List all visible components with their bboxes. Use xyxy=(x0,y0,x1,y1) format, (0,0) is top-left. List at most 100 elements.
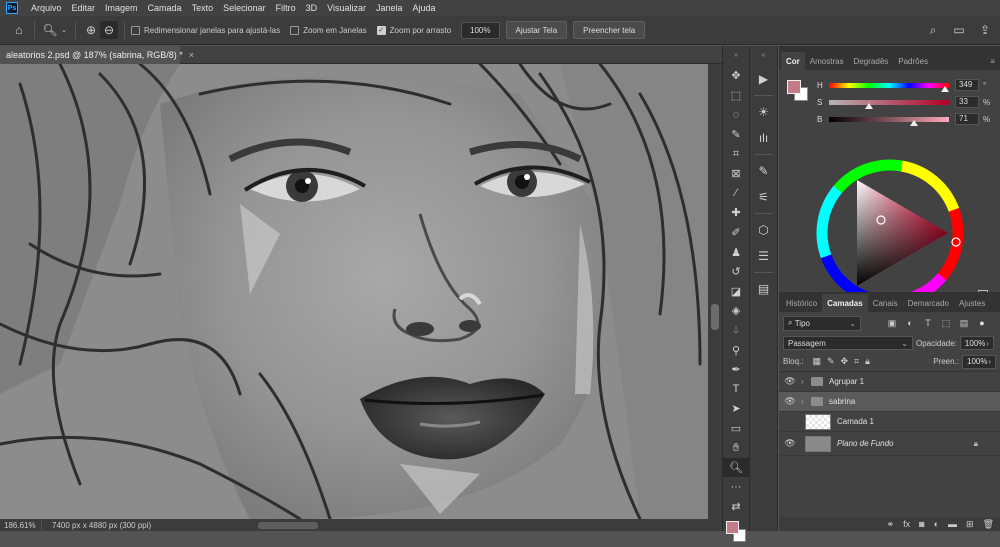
tab-historico[interactable]: Histórico xyxy=(781,294,822,312)
color-wheel[interactable] xyxy=(815,158,965,308)
saturation-value[interactable]: 33 xyxy=(955,96,979,108)
adjustment-layer-icon[interactable]: ◐ xyxy=(934,519,939,529)
hue-slider[interactable] xyxy=(829,82,949,92)
brightness-value[interactable]: 71 xyxy=(955,113,979,125)
checkbox-box[interactable] xyxy=(131,25,140,35)
menu-filtro[interactable]: Filtro xyxy=(271,3,301,13)
collapse-icon[interactable]: » xyxy=(723,46,749,66)
zoom-value-field[interactable]: 100% xyxy=(461,21,500,39)
paint-bucket-tool-icon[interactable]: ◈ xyxy=(723,301,749,321)
photoshop-logo[interactable]: Ps xyxy=(6,2,18,14)
notes-icon[interactable]: ▤ xyxy=(750,276,777,302)
blend-mode-select[interactable]: Passagem ⌄ xyxy=(783,336,913,350)
menu-visualizar[interactable]: Visualizar xyxy=(322,3,371,13)
vertical-scrollbar[interactable] xyxy=(708,64,722,519)
filter-toggle-icon[interactable]: ● xyxy=(975,318,989,328)
lock-all-icon[interactable]: 🔒︎ xyxy=(865,356,870,367)
rectangle-tool-icon[interactable]: ▭ xyxy=(723,419,749,439)
tab-amostras[interactable]: Amostras xyxy=(805,52,849,70)
tab-padroes[interactable]: Padrões xyxy=(893,52,933,70)
layer-row[interactable]: Camada 1 xyxy=(779,412,1000,432)
lasso-tool-icon[interactable]: ◌ xyxy=(723,105,749,125)
menu-janela[interactable]: Janela xyxy=(371,3,408,13)
brush-tool-icon[interactable]: ✐ xyxy=(723,223,749,243)
marquee-tool-icon[interactable]: ⬚ xyxy=(723,86,749,106)
add-mask-icon[interactable]: ◙ xyxy=(919,519,924,529)
layer-row[interactable]: 👁︎ Plano de Fundo 🔒︎ xyxy=(779,432,1000,456)
more-tools-icon[interactable]: ··· xyxy=(723,477,749,497)
hue-value[interactable]: 349 xyxy=(955,79,979,91)
menu-camada[interactable]: Camada xyxy=(143,3,187,13)
lock-pixels-icon[interactable]: ✎ xyxy=(827,356,835,367)
3d-cube-icon[interactable]: ⬡ xyxy=(750,217,777,243)
opacity-field[interactable]: 100% › xyxy=(959,336,994,350)
home-icon[interactable]: ⌂ xyxy=(10,21,28,39)
brush-settings-icon[interactable]: ✎ xyxy=(750,158,777,184)
layer-filter-select[interactable]: ⌕ Tipo ⌄ xyxy=(783,315,861,331)
dodge-tool-icon[interactable]: ⚲ xyxy=(723,340,749,360)
history-brush-tool-icon[interactable]: ↺ xyxy=(723,262,749,282)
menu-texto[interactable]: Texto xyxy=(187,3,219,13)
collapse-icon[interactable]: « xyxy=(750,46,777,66)
layer-style-icon[interactable]: fx xyxy=(903,519,910,529)
menu-selecionar[interactable]: Selecionar xyxy=(218,3,271,13)
hue-slider-knob[interactable] xyxy=(941,85,949,92)
quick-selection-tool-icon[interactable]: ✎ xyxy=(723,125,749,145)
eye-icon[interactable]: 👁︎ xyxy=(779,376,801,387)
eyedropper-tool-icon[interactable]: ⁄ xyxy=(723,184,749,204)
checkbox-box-checked[interactable]: ✓ xyxy=(376,25,386,35)
brightness-icon[interactable]: ☀ xyxy=(750,99,777,125)
color-swatches[interactable] xyxy=(723,517,749,547)
type-tool-icon[interactable]: T xyxy=(723,380,749,400)
zoom-all-windows-checkbox[interactable]: Zoom em Janelas xyxy=(290,25,367,35)
zoom-out-icon[interactable]: ⊖ xyxy=(100,21,118,39)
foreground-color-swatch[interactable] xyxy=(787,80,801,94)
saturation-slider[interactable] xyxy=(829,99,949,109)
document-canvas[interactable] xyxy=(0,64,708,519)
brightness-slider-knob[interactable] xyxy=(910,119,918,126)
eye-icon[interactable]: 👁︎ xyxy=(779,396,801,407)
tab-cor[interactable]: Cor xyxy=(781,52,805,70)
crop-tool-icon[interactable]: ⌗ xyxy=(723,144,749,164)
fill-screen-button[interactable]: Preencher tela xyxy=(573,21,646,39)
adjustments-icon[interactable]: ☰ xyxy=(750,243,777,269)
eraser-tool-icon[interactable]: ◪ xyxy=(723,282,749,302)
tab-camadas[interactable]: Camadas xyxy=(822,294,868,312)
healing-brush-tool-icon[interactable]: ✚ xyxy=(723,203,749,223)
filter-smart-object-icon[interactable]: ▤ xyxy=(957,318,971,329)
eye-icon[interactable]: 👁︎ xyxy=(779,438,801,449)
link-layers-icon[interactable]: ⚭ xyxy=(887,519,895,530)
zoom-tool-preset-icon[interactable]: 🔍︎ xyxy=(41,21,59,39)
tab-demarcado[interactable]: Demarcado xyxy=(903,294,954,312)
hand-tool-icon[interactable]: ✋︎ xyxy=(723,438,749,458)
search-icon[interactable]: ⌕ xyxy=(924,21,942,39)
menu-ajuda[interactable]: Ajuda xyxy=(408,3,441,13)
brush-presets-icon[interactable]: ılı xyxy=(750,125,777,151)
scroll-thumb[interactable] xyxy=(711,304,719,330)
filter-shape-icon[interactable]: ⬚ xyxy=(939,318,953,329)
resize-windows-checkbox[interactable]: Redimensionar janelas para ajustá-las xyxy=(131,25,280,35)
filter-type-icon[interactable]: T xyxy=(921,318,935,328)
menu-editar[interactable]: Editar xyxy=(67,3,101,13)
trash-icon[interactable]: 🗑︎ xyxy=(983,519,994,530)
layer-row[interactable]: 👁︎ › Agrupar 1 xyxy=(779,372,1000,392)
path-selection-tool-icon[interactable]: ➤ xyxy=(723,399,749,419)
pen-tool-icon[interactable]: ✒ xyxy=(723,360,749,380)
chevron-down-icon[interactable]: ⌄ xyxy=(59,21,69,39)
menu-3d[interactable]: 3D xyxy=(301,3,323,13)
scrubby-zoom-checkbox[interactable]: ✓ Zoom por arrasto xyxy=(376,25,451,35)
tab-canais[interactable]: Canais xyxy=(868,294,903,312)
lock-artboard-icon[interactable]: ⌗ xyxy=(854,356,859,367)
checkbox-box[interactable] xyxy=(290,25,300,35)
new-layer-icon[interactable]: ⊞ xyxy=(966,519,974,530)
frame-tool-icon[interactable]: ⊠ xyxy=(723,164,749,184)
share-icon[interactable]: ⇪ xyxy=(976,21,994,39)
brightness-slider[interactable] xyxy=(829,116,949,126)
horizontal-scroll-thumb[interactable] xyxy=(258,522,318,529)
properties-icon[interactable]: ⚟ xyxy=(750,184,777,210)
blur-tool-icon[interactable]: 💧︎ xyxy=(723,321,749,341)
menu-arquivo[interactable]: Arquivo xyxy=(26,3,67,13)
expand-arrow-icon[interactable]: › xyxy=(801,377,811,386)
filter-pixel-icon[interactable]: ▣ xyxy=(885,318,899,329)
tab-ajustes[interactable]: Ajustes xyxy=(954,294,990,312)
